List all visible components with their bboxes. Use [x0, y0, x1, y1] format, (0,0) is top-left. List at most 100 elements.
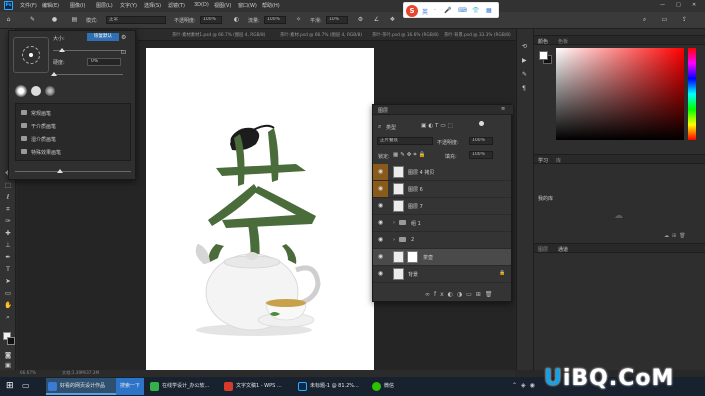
tab-libraries[interactable]: 库 — [556, 157, 561, 164]
eye-icon[interactable]: ◉ — [377, 169, 384, 175]
actions-icon[interactable]: ▶ — [522, 57, 527, 64]
pressure-opacity-icon[interactable]: ◐ — [232, 16, 241, 24]
layer-opacity-input[interactable]: 100% — [469, 137, 493, 145]
task-view-icon[interactable]: ▭ — [22, 381, 30, 390]
sogou-logo-icon[interactable]: S — [406, 5, 418, 17]
ime-skin-icon[interactable]: 👕 — [472, 7, 479, 14]
fill-input[interactable]: 100% — [469, 151, 493, 159]
hardness-input[interactable]: 0% — [87, 58, 121, 66]
taskbar-item-course[interactable]: 在线学设计_办公软... — [148, 378, 218, 395]
tab-channels[interactable]: 通道 — [558, 246, 568, 253]
hardness-slider-track[interactable] — [53, 74, 123, 75]
taskbar-item-browser[interactable]: 好看的网页设计作品 — [46, 378, 116, 395]
layer-row[interactable]: ◉ 背景 🔒 — [373, 266, 511, 283]
screen-mode-icon[interactable]: ▣ — [3, 361, 13, 370]
clone-stamp-tool-icon[interactable]: ⊥ — [3, 241, 13, 250]
preview-size-slider-track[interactable] — [15, 171, 131, 172]
taskbar-item-photoshop[interactable]: 未标题-1 @ 81.2%... — [296, 378, 366, 395]
menu-edit[interactable]: 编辑(E) — [42, 2, 59, 9]
menu-layer[interactable]: 图层(L) — [96, 2, 113, 9]
eye-icon[interactable]: ◉ — [377, 203, 384, 209]
lock-icons[interactable]: ▦✎✥⌗🔒 — [393, 152, 427, 159]
doc-tab[interactable]: 茶叶-素材素材1.psd @ 66.7% (图层 4, RGB/8) — [172, 32, 265, 38]
minimize-icon[interactable]: — — [660, 2, 665, 8]
document-canvas[interactable] — [146, 48, 374, 370]
eye-icon[interactable]: ◉ — [377, 271, 384, 277]
library-footer-icons[interactable]: ☁⊞🗑 — [664, 233, 689, 239]
tab-learn[interactable]: 学习 — [538, 157, 548, 164]
menu-image[interactable]: 图像(I) — [70, 2, 85, 9]
brush-preset-icon[interactable]: ● — [50, 16, 59, 24]
eye-icon[interactable]: ◉ — [377, 254, 384, 260]
history-icon[interactable]: ⟲ — [522, 43, 527, 50]
preset-folder[interactable]: 常规画笔 — [19, 107, 129, 118]
type-tool-icon[interactable]: T — [3, 265, 13, 274]
mode-select[interactable]: 正常 — [106, 16, 166, 24]
pen-tool-icon[interactable]: ✒ — [3, 253, 13, 262]
menu-filter[interactable]: 滤镜(T) — [168, 2, 185, 9]
marquee-tool-icon[interactable]: ⬚ — [3, 181, 13, 190]
expand-arrow-icon[interactable]: › — [393, 237, 395, 243]
eyedropper-tool-icon[interactable]: ✑ — [3, 217, 13, 226]
hardness-slider-knob[interactable] — [51, 72, 57, 76]
quick-mask-icon[interactable]: ◙ — [3, 351, 13, 360]
soft-round-brush-tip[interactable] — [15, 85, 27, 97]
tab-color[interactable]: 颜色 — [538, 38, 548, 45]
share-icon[interactable]: ⇪ — [680, 16, 689, 24]
eye-icon[interactable]: ◉ — [377, 237, 384, 243]
doc-tab[interactable]: 茶叶-茶叶.psd @ 16.6% (RGB/8) — [372, 32, 439, 38]
workspace-icon[interactable]: ▭ — [660, 16, 669, 24]
menu-file[interactable]: 文件(F) — [20, 2, 37, 9]
crop-tool-icon[interactable]: ⌗ — [3, 205, 13, 214]
taskbar-search-button[interactable]: 搜索一下 — [116, 378, 144, 395]
layers-panel-title[interactable]: 图层 — [378, 107, 388, 114]
filter-toggle-icon[interactable] — [479, 121, 484, 126]
menu-view[interactable]: 视图(V) — [214, 2, 231, 9]
brush-settings-icon[interactable]: ▤ — [70, 16, 79, 24]
layer-row-selected[interactable]: ◉ 茶壶 — [373, 249, 511, 266]
layer-group-row[interactable]: ◉ › 2 — [373, 232, 511, 249]
home-icon[interactable]: ⌂ — [4, 16, 13, 24]
menu-select[interactable]: 选择(S) — [144, 2, 161, 9]
ime-lang-icon[interactable]: 英 — [422, 7, 428, 16]
lock-icon[interactable]: ⊡ — [121, 49, 126, 56]
maximize-icon[interactable]: □ — [676, 2, 681, 8]
search-icon[interactable]: ⌕ — [640, 16, 649, 24]
menu-window[interactable]: 窗口(W) — [238, 2, 257, 9]
brush-tool-icon[interactable]: ✎ — [28, 16, 37, 24]
angle-icon[interactable]: ∠ — [372, 16, 381, 24]
zoom-tool-icon[interactable]: ⌕ — [3, 313, 13, 322]
taskbar-item-wps[interactable]: 文字文稿1 - WPS ... — [222, 378, 292, 395]
document-info[interactable]: 文档:1.39M/37.3M — [62, 370, 99, 376]
tab-layers-dock[interactable]: 图层 — [538, 246, 548, 253]
menu-help[interactable]: 帮助(H) — [262, 2, 280, 9]
foreground-color-preview[interactable] — [539, 51, 548, 60]
menu-3d[interactable]: 3D(D) — [194, 2, 209, 8]
layer-footer-icons[interactable]: ∞fx◐◑▭⊞🗑 — [425, 291, 496, 298]
system-tray-icons[interactable]: ⌃◈◉ — [512, 382, 539, 389]
filter-icons[interactable]: ▣◐T▭⬚ — [421, 123, 455, 129]
library-selector[interactable]: 我的库 — [538, 195, 553, 202]
ime-tools-icon[interactable]: ▦ — [486, 7, 492, 14]
lasso-tool-icon[interactable]: ℓ — [3, 193, 13, 202]
hand-tool-icon[interactable]: ✋ — [3, 301, 13, 310]
shape-tool-icon[interactable]: ▭ — [3, 289, 13, 298]
eye-icon[interactable]: ◉ — [377, 186, 384, 192]
doc-tab[interactable]: 茶叶-素材.psd @ 66.7% (图层 4, RGB/8) — [280, 32, 362, 38]
background-color-swatch[interactable] — [7, 337, 15, 345]
opacity-input[interactable]: 100% — [200, 16, 222, 24]
preset-folder[interactable]: 特殊效果画笔 — [19, 146, 129, 157]
hue-slider[interactable] — [688, 48, 696, 140]
kind-filter-select[interactable]: 类型 — [386, 124, 396, 131]
close-icon[interactable]: ✕ — [692, 2, 696, 8]
layer-row[interactable]: ◉ 图层 6 — [373, 181, 511, 198]
gear-icon[interactable]: ⚙ — [121, 34, 126, 41]
hard-round-brush-tip[interactable] — [31, 86, 41, 96]
smooth-input[interactable]: 10% — [326, 16, 348, 24]
ime-keyboard-icon[interactable]: ⌨ — [458, 7, 467, 14]
airbrush-icon[interactable]: ✧ — [294, 16, 303, 24]
airbrush-tip[interactable] — [45, 86, 55, 96]
paragraph-icon[interactable]: ¶ — [522, 85, 526, 92]
preset-folder[interactable]: 干介质画笔 — [19, 120, 129, 131]
size-slider-knob[interactable] — [59, 48, 65, 52]
